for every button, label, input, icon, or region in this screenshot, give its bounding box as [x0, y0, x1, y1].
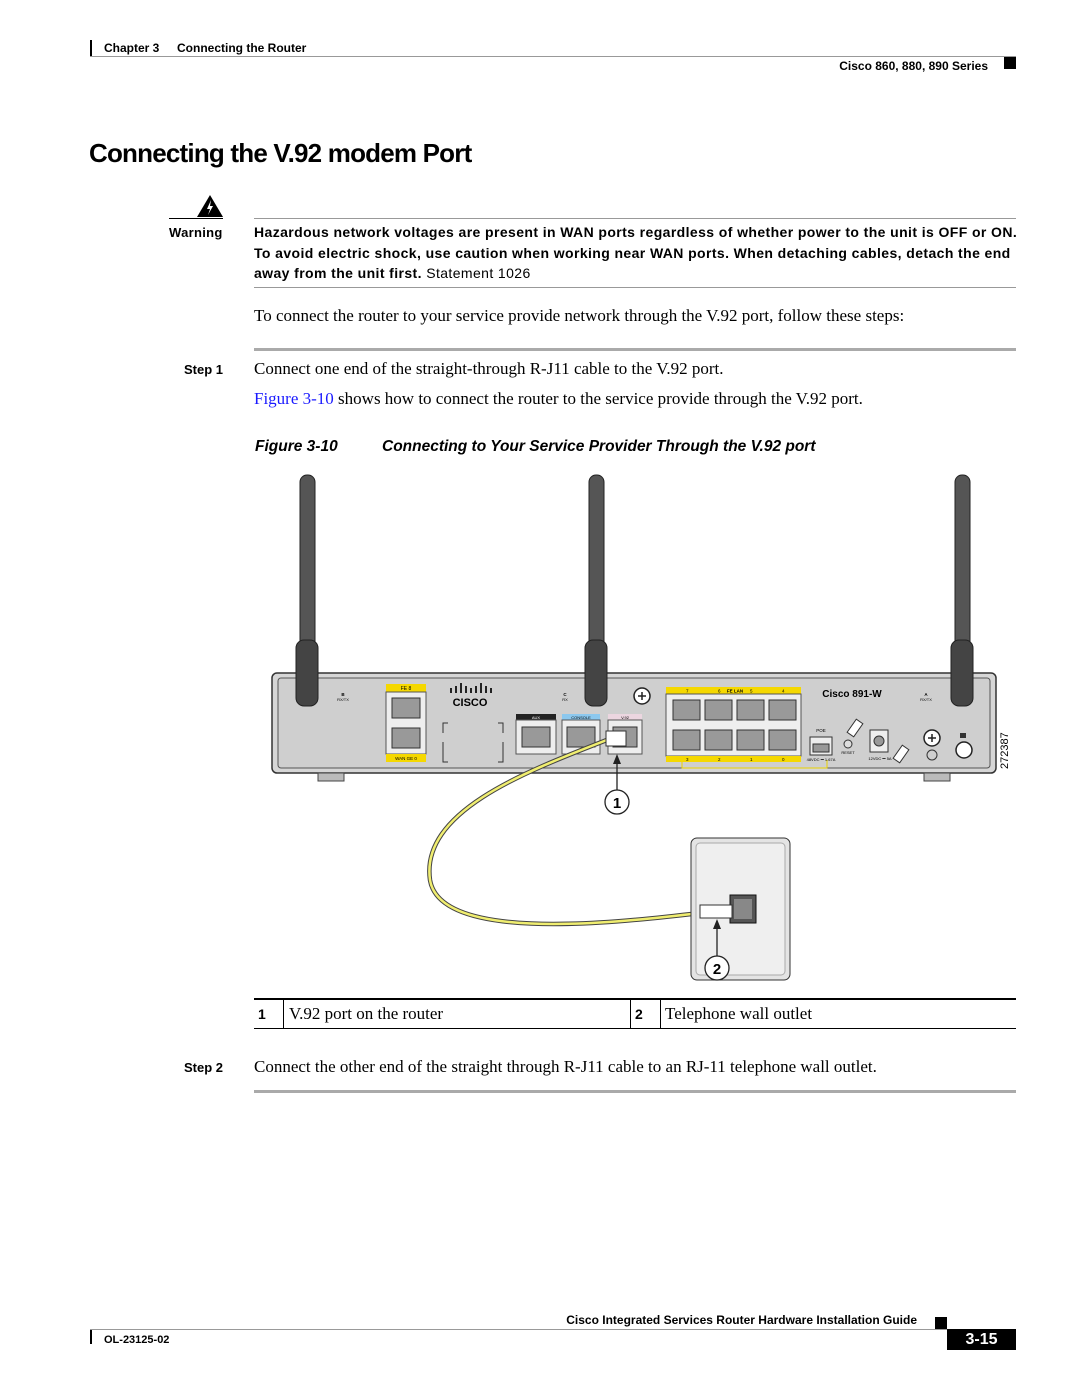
- document-page: Chapter 3 Connecting the Router Cisco 86…: [0, 0, 1080, 1397]
- svg-text:RX: RX: [562, 697, 568, 702]
- legend-text: Telephone wall outlet: [665, 1003, 813, 1023]
- figure-illustration: FE 8 WAN GE 0 B RX/TX C RX A RX/TX CISCO…: [271, 474, 1011, 981]
- footer-guide: Cisco Integrated Services Router Hardwar…: [566, 1313, 917, 1327]
- svg-text:WAN GE 0: WAN GE 0: [395, 756, 417, 761]
- svg-text:Cisco 891-W: Cisco 891-W: [822, 689, 882, 700]
- legend-num: 2: [630, 999, 661, 1028]
- footer-marker: [935, 1317, 947, 1329]
- footer-rule: [90, 1329, 1016, 1330]
- antenna-a: [950, 474, 974, 707]
- svg-text:RESET: RESET: [841, 750, 855, 755]
- svg-text:V.92: V.92: [621, 715, 630, 720]
- svg-text:CONSOLE: CONSOLE: [571, 715, 591, 720]
- figure-legend-table: 1 V.92 port on the router 2 Telephone wa…: [254, 998, 1016, 1029]
- footer-bar: [90, 1330, 92, 1344]
- svg-text:FE 8: FE 8: [401, 686, 412, 692]
- svg-text:FE LAN: FE LAN: [727, 689, 743, 694]
- footer-doc-id: OL-23125-02: [104, 1334, 170, 1346]
- legend-num: 1: [254, 999, 284, 1028]
- svg-text:CISCO: CISCO: [453, 697, 488, 709]
- step2-label: Step 2: [184, 1060, 224, 1075]
- antenna-b: [295, 474, 319, 707]
- antenna-c: [584, 474, 608, 707]
- svg-text:RX/TX: RX/TX: [920, 697, 932, 702]
- legend-row: 1 V.92 port on the router 2 Telephone wa…: [254, 999, 1016, 1028]
- legend-text: V.92 port on the router: [283, 999, 631, 1028]
- svg-text:48VDC ⎓ 1.67A: 48VDC ⎓ 1.67A: [807, 757, 836, 762]
- svg-text:RX/TX: RX/TX: [337, 697, 349, 702]
- page-number: 3-15: [947, 1329, 1016, 1350]
- step-end-divider: [254, 1090, 1016, 1093]
- svg-text:POE: POE: [816, 728, 826, 733]
- svg-text:12VDC ⎓ 5A: 12VDC ⎓ 5A: [868, 756, 892, 761]
- svg-text:AUX: AUX: [532, 715, 541, 720]
- figure-id: 272387: [999, 732, 1011, 769]
- callout-1: 1: [613, 795, 621, 812]
- callout-2: 2: [713, 961, 721, 978]
- step2-text: Connect the other end of the straight th…: [254, 1057, 877, 1076]
